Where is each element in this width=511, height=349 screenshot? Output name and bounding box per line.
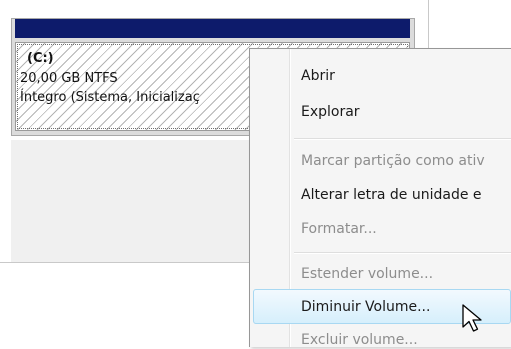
menu-item-diminuir-volume[interactable]: Diminuir Volume... [301, 298, 430, 316]
menu-item-marcar-particao-ativa[interactable]: Marcar partição como ativ [301, 152, 485, 170]
partition-label: (C:) [27, 51, 54, 66]
menu-item-alterar-letra-unidade[interactable]: Alterar letra de unidade e [301, 186, 482, 204]
menu-separator [294, 252, 511, 254]
arrow-cursor-icon [462, 304, 482, 332]
menu-separator [294, 138, 511, 140]
menu-item-excluir-volume[interactable]: Excluir volume... [301, 331, 418, 349]
menu-item-abrir[interactable]: Abrir [301, 67, 335, 85]
partition-status: Íntegro (Sistema, Inicializaç [20, 90, 200, 105]
partition-size-filesystem: 20,00 GB NTFS [20, 71, 118, 86]
partition-header-bar [15, 19, 410, 38]
menu-item-explorar[interactable]: Explorar [301, 103, 360, 121]
menu-item-estender-volume[interactable]: Estender volume... [301, 265, 433, 283]
menu-item-formatar[interactable]: Formatar... [301, 220, 377, 238]
